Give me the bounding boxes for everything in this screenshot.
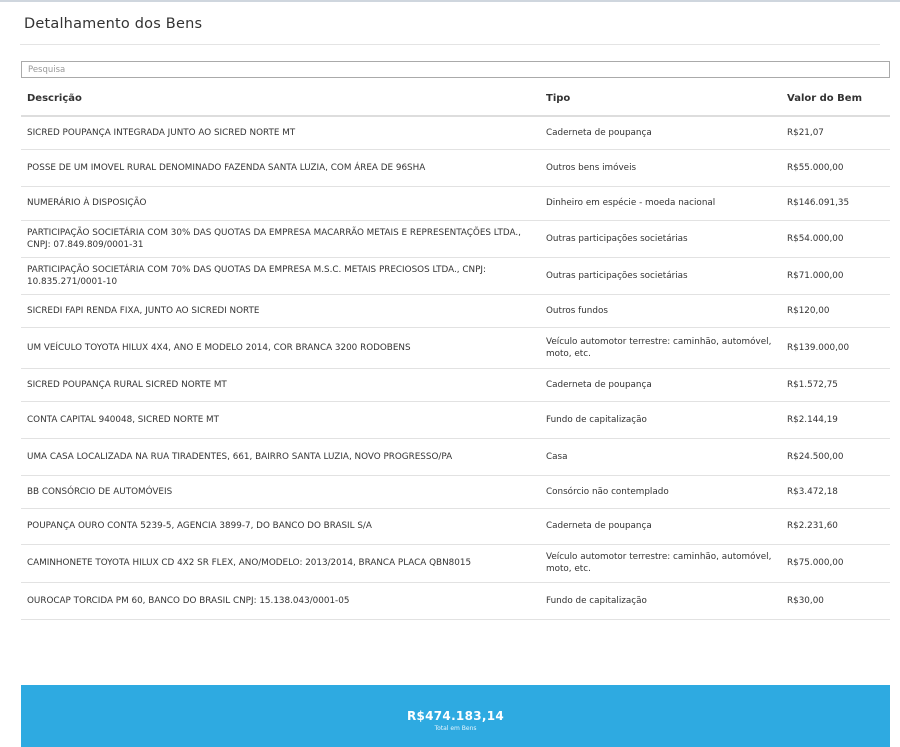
cell-valor: R$139.000,00: [781, 327, 890, 369]
cell-tipo: Caderneta de poupança: [540, 508, 781, 545]
cell-tipo: Veículo automotor terrestre: caminhão, a…: [540, 544, 781, 583]
cell-descricao: POSSE DE UM IMOVEL RURAL DENOMINADO FAZE…: [21, 149, 540, 187]
cell-descricao: PARTICIPAÇÃO SOCIETÁRIA COM 30% DAS QUOT…: [21, 220, 540, 258]
cell-tipo: Outras participações societárias: [540, 257, 781, 295]
cell-valor: R$2.144,19: [781, 401, 890, 439]
table-row: SICRED POUPANÇA RURAL SICRED NORTE MT Cad…: [21, 368, 890, 402]
table-row: POSSE DE UM IMOVEL RURAL DENOMINADO FAZE…: [21, 149, 890, 187]
table-row: BB CONSÓRCIO DE AUTOMÓVEIS Consórcio não …: [21, 475, 890, 509]
cell-valor: R$55.000,00: [781, 149, 890, 187]
cell-descricao: BB CONSÓRCIO DE AUTOMÓVEIS: [21, 475, 540, 509]
title-divider: [20, 44, 880, 45]
table-row: UMA CASA LOCALIZADA NA RUA TIRADENTES, 6…: [21, 438, 890, 476]
cell-tipo: Caderneta de poupança: [540, 368, 781, 402]
cell-descricao: PARTICIPAÇÃO SOCIETÁRIA COM 70% DAS QUOT…: [21, 257, 540, 295]
cell-valor: R$1.572,75: [781, 368, 890, 402]
cell-tipo: Outros bens imóveis: [540, 149, 781, 187]
column-header-valor[interactable]: Valor do Bem: [781, 82, 890, 117]
table-row: PARTICIPAÇÃO SOCIETÁRIA COM 30% DAS QUOT…: [21, 220, 890, 258]
cell-tipo: Outras participações societárias: [540, 220, 781, 258]
total-value: R$474.183,14: [406, 709, 505, 723]
cell-tipo: Dinheiro em espécie - moeda nacional: [540, 186, 781, 221]
cell-tipo: Veículo automotor terrestre: caminhão, a…: [540, 327, 781, 369]
page-title: Detalhamento dos Bens: [24, 16, 203, 32]
cell-descricao: OUROCAP TORCIDA PM 60, BANCO DO BRASIL C…: [21, 582, 540, 620]
cell-valor: R$71.000,00: [781, 257, 890, 295]
table-row: OUROCAP TORCIDA PM 60, BANCO DO BRASIL C…: [21, 582, 890, 620]
table-row: SICREDI FAPI RENDA FIXA, JUNTO AO SICRED…: [21, 294, 890, 328]
cell-valor: R$21,07: [781, 116, 890, 150]
table-row: CONTA CAPITAL 940048, SICRED NORTE MT Fun…: [21, 401, 890, 439]
table-row: UM VEÍCULO TOYOTA HILUX 4X4, ANO E MODEL…: [21, 327, 890, 369]
cell-tipo: Caderneta de poupança: [540, 116, 781, 150]
cell-descricao: UM VEÍCULO TOYOTA HILUX 4X4, ANO E MODEL…: [21, 327, 540, 369]
cell-valor: R$3.472,18: [781, 475, 890, 509]
column-header-tipo[interactable]: Tipo: [540, 82, 781, 117]
table-row: POUPANÇA OURO CONTA 5239-5, AGENCIA 3899…: [21, 508, 890, 545]
cell-tipo: Consórcio não contemplado: [540, 475, 781, 509]
assets-panel: Detalhamento dos Bens Descrição Tipo Val…: [0, 2, 900, 747]
assets-table: Descrição Tipo Valor do Bem SICRED POUPA…: [21, 82, 890, 620]
cell-valor: R$24.500,00: [781, 438, 890, 476]
table-row: SICRED POUPANÇA INTEGRADA JUNTO AO SICRE…: [21, 116, 890, 150]
cell-valor: R$30,00: [781, 582, 890, 620]
table-row: CAMINHONETE TOYOTA HILUX CD 4X2 SR FLEX,…: [21, 544, 890, 583]
table-row: NUMERÁRIO À DISPOSIÇÃO Dinheiro em espéci…: [21, 186, 890, 221]
search-input[interactable]: [21, 61, 890, 78]
table-header-row: Descrição Tipo Valor do Bem: [21, 82, 890, 117]
column-header-descricao[interactable]: Descrição: [21, 82, 540, 117]
cell-descricao: CAMINHONETE TOYOTA HILUX CD 4X2 SR FLEX,…: [21, 544, 540, 583]
cell-descricao: CONTA CAPITAL 940048, SICRED NORTE MT: [21, 401, 540, 439]
cell-descricao: NUMERÁRIO À DISPOSIÇÃO: [21, 186, 540, 221]
cell-tipo: Outros fundos: [540, 294, 781, 328]
table-row: PARTICIPAÇÃO SOCIETÁRIA COM 70% DAS QUOT…: [21, 257, 890, 295]
cell-valor: R$54.000,00: [781, 220, 890, 258]
cell-descricao: SICRED POUPANÇA INTEGRADA JUNTO AO SICRE…: [21, 116, 540, 150]
cell-valor: R$75.000,00: [781, 544, 890, 583]
cell-descricao: SICRED POUPANÇA RURAL SICRED NORTE MT: [21, 368, 540, 402]
cell-tipo: Fundo de capitalização: [540, 582, 781, 620]
cell-valor: R$146.091,35: [781, 186, 890, 221]
cell-valor: R$2.231,60: [781, 508, 890, 545]
cell-descricao: UMA CASA LOCALIZADA NA RUA TIRADENTES, 6…: [21, 438, 540, 476]
cell-descricao: POUPANÇA OURO CONTA 5239-5, AGENCIA 3899…: [21, 508, 540, 545]
total-label: Total em Bens: [434, 725, 477, 732]
total-bar: R$474.183,14 Total em Bens: [21, 685, 890, 747]
cell-tipo: Fundo de capitalização: [540, 401, 781, 439]
cell-tipo: Casa: [540, 438, 781, 476]
cell-valor: R$120,00: [781, 294, 890, 328]
cell-descricao: SICREDI FAPI RENDA FIXA, JUNTO AO SICRED…: [21, 294, 540, 328]
